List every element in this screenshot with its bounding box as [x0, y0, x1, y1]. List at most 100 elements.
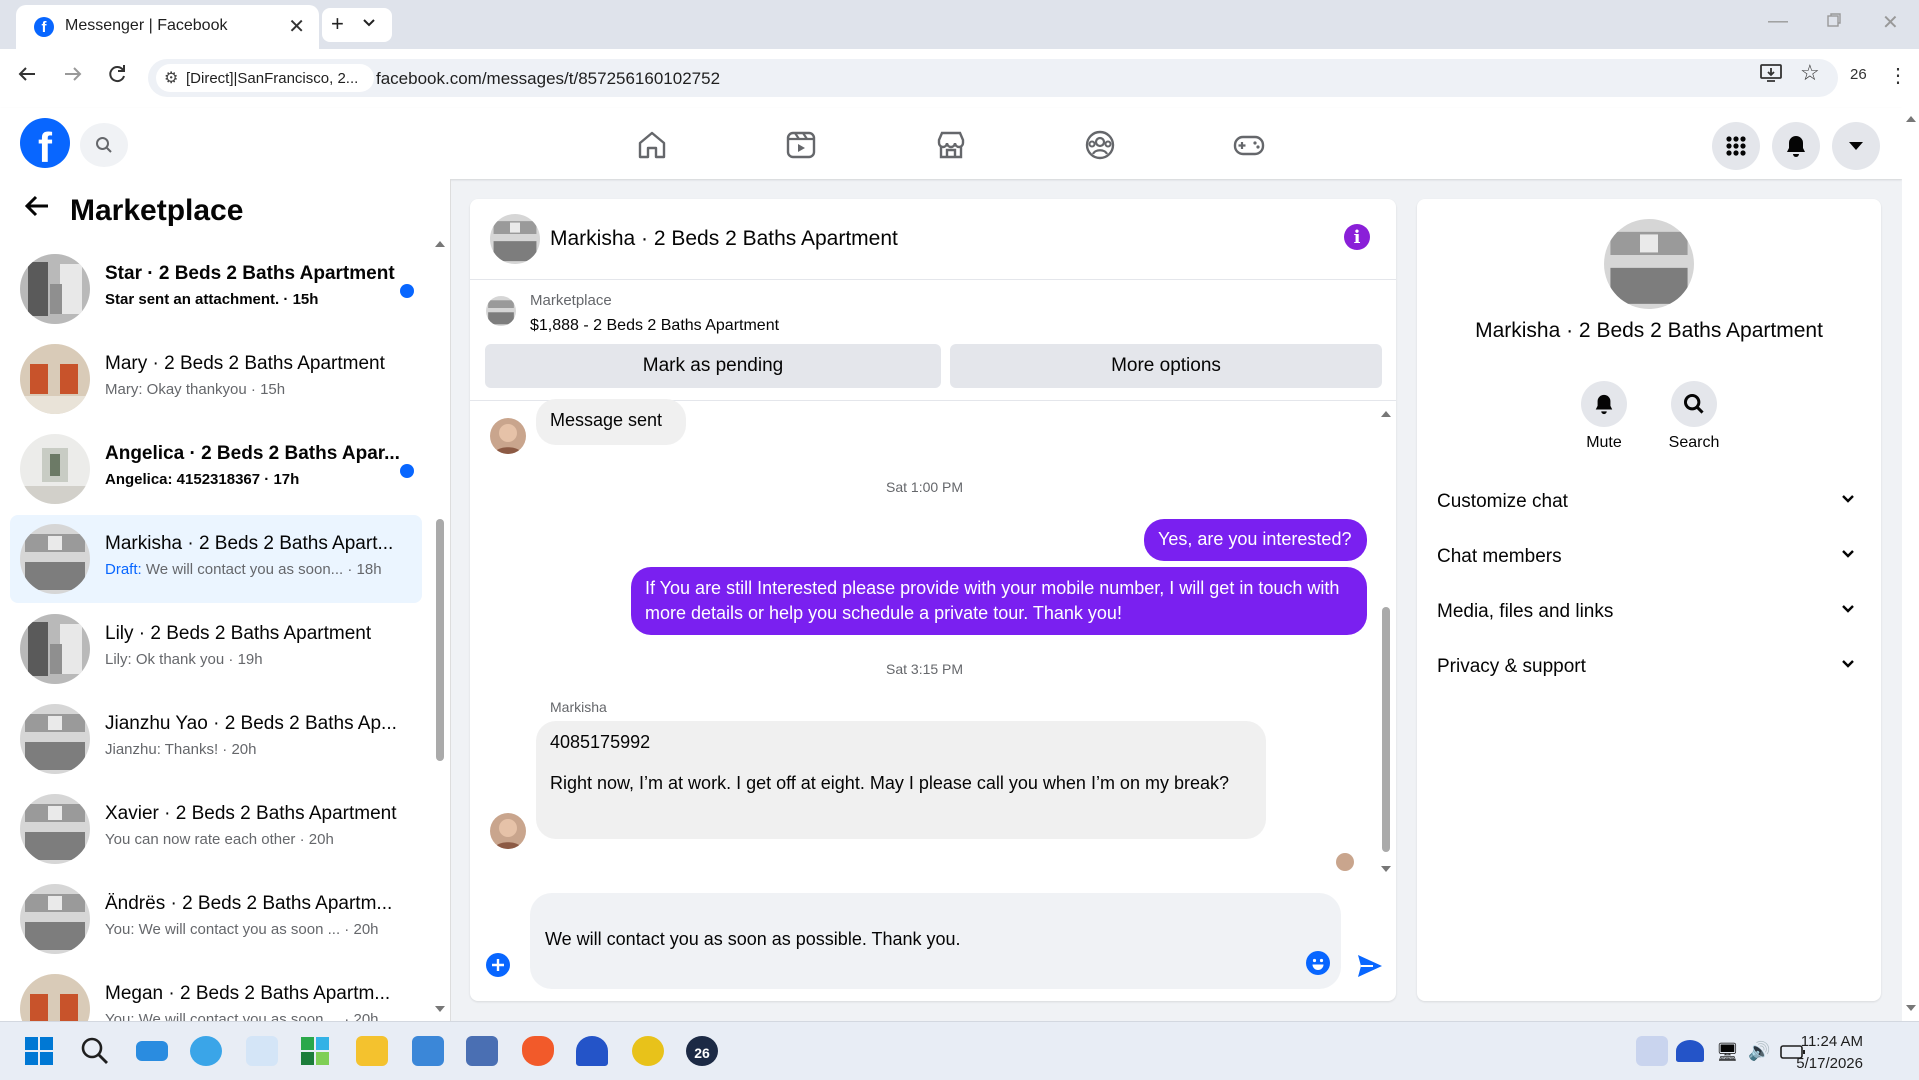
- conversation-sidebar: Marketplace Star · 2 Beds 2 Baths Apartm…: [0, 179, 451, 1021]
- windows-start-icon[interactable]: [24, 1036, 56, 1066]
- conversation-preview: Lily: Ok thank you · 19h: [105, 651, 263, 668]
- sender-avatar[interactable]: [490, 418, 526, 454]
- notifications-button[interactable]: [1772, 122, 1820, 170]
- message-composer[interactable]: We will contact you as soon as possible.…: [530, 893, 1341, 989]
- sidebar-scroll-thumb[interactable]: [436, 519, 444, 761]
- url-text[interactable]: facebook.com/messages/t/857256160102752: [376, 69, 720, 89]
- emoji-icon[interactable]: [1306, 951, 1330, 975]
- media-files-links-section[interactable]: Media, files and links: [1437, 601, 1867, 623]
- message-bubble-incoming[interactable]: 4085175992 Right now, I’m at work. I get…: [536, 721, 1266, 839]
- marketplace-nav-icon[interactable]: [934, 128, 968, 162]
- restore-icon[interactable]: [1826, 12, 1842, 28]
- control-panel-icon[interactable]: [412, 1036, 444, 1066]
- info-avatar[interactable]: [1604, 219, 1694, 309]
- app-icon[interactable]: [466, 1036, 498, 1066]
- chat-scroll-thumb[interactable]: [1382, 607, 1390, 852]
- info-icon[interactable]: i: [1344, 224, 1370, 250]
- snipping-tool-icon[interactable]: [246, 1036, 278, 1066]
- sidebar-scrollbar[interactable]: [434, 239, 446, 1019]
- pen-tool-icon[interactable]: [1636, 1036, 1668, 1066]
- page-scrollbar[interactable]: [1902, 108, 1919, 1021]
- tab-title: Messenger | Facebook: [65, 17, 228, 34]
- forward-icon[interactable]: [62, 63, 84, 85]
- conversation-item[interactable]: Angelica · 2 Beds 2 Baths Apar... Angeli…: [10, 425, 422, 513]
- mute-button[interactable]: [1581, 381, 1627, 427]
- tab-list-chevron-icon[interactable]: [362, 16, 376, 30]
- new-tab-plus-icon[interactable]: +: [331, 11, 344, 37]
- store-icon[interactable]: [300, 1036, 332, 1066]
- taskbar-search-icon[interactable]: [80, 1036, 112, 1066]
- conversation-item[interactable]: Lily · 2 Beds 2 Baths Apartment Lily: Ok…: [10, 605, 422, 693]
- menu-grid-button[interactable]: [1712, 122, 1760, 170]
- listing-thumbnail[interactable]: [486, 296, 516, 326]
- tab-close-icon[interactable]: ✕: [288, 14, 305, 39]
- profile-badge[interactable]: 26: [1850, 66, 1867, 83]
- conversation-item-active[interactable]: Markisha · 2 Beds 2 Baths Apart... Draft…: [10, 515, 422, 603]
- privacy-support-section[interactable]: Privacy & support: [1437, 656, 1867, 678]
- address-bar[interactable]: ⚙ [Direct]|SanFrancisco, 2... facebook.c…: [148, 59, 1838, 97]
- message-bubble-outgoing[interactable]: Yes, are you interested?: [1144, 519, 1367, 561]
- chevron-down-icon: [1841, 546, 1855, 560]
- ixbrowser-icon[interactable]: [632, 1036, 664, 1066]
- message-bubble-outgoing[interactable]: If You are still Interested please provi…: [631, 567, 1367, 635]
- conversation-item[interactable]: Jianzhu Yao · 2 Beds 2 Baths Ap... Jianz…: [10, 695, 422, 783]
- mark-as-pending-button[interactable]: Mark as pending: [485, 344, 941, 388]
- conversation-name: Jianzhu Yao · 2 Beds 2 Baths Ap...: [105, 713, 397, 734]
- tray-vpn-icon[interactable]: [1676, 1040, 1704, 1062]
- conversation-item[interactable]: Ändrës · 2 Beds 2 Baths Apartm... You: W…: [10, 875, 422, 963]
- edge-browser-icon[interactable]: [190, 1036, 222, 1066]
- search-icon: [96, 137, 112, 153]
- conversation-preview: Angelica: 4152318367 · 17h: [105, 471, 300, 488]
- chat-scrollbar[interactable]: [1380, 409, 1392, 879]
- message-bubble-incoming[interactable]: Message sent: [536, 399, 686, 445]
- account-menu-button[interactable]: [1832, 122, 1880, 170]
- reload-icon[interactable]: [106, 63, 128, 85]
- site-info-chip[interactable]: ⚙ [Direct]|SanFrancisco, 2...: [156, 64, 374, 92]
- add-attachment-icon[interactable]: [486, 953, 510, 977]
- home-nav-icon[interactable]: [635, 128, 669, 162]
- gaming-nav-icon[interactable]: [1232, 128, 1266, 162]
- chat-title[interactable]: Markisha · 2 Beds 2 Baths Apartment: [550, 227, 898, 251]
- conversation-name: Lily · 2 Beds 2 Baths Apartment: [105, 623, 372, 644]
- message-thread: Message sent Sat 1:00 PM Yes, are you in…: [470, 399, 1396, 881]
- conversation-item[interactable]: Star · 2 Beds 2 Baths Apartment Star sen…: [10, 245, 422, 333]
- caret-down-icon: [1849, 142, 1863, 150]
- clock-date[interactable]: 5/17/2026: [1796, 1055, 1863, 1072]
- timestamp: Sat 3:15 PM: [886, 661, 964, 677]
- chat-avatar[interactable]: [490, 214, 540, 264]
- volume-icon[interactable]: 🔊: [1748, 1041, 1770, 1062]
- brave-browser-icon[interactable]: [522, 1036, 554, 1066]
- install-app-icon[interactable]: [1760, 63, 1782, 83]
- task-view-icon[interactable]: [136, 1041, 168, 1061]
- browser-menu-icon[interactable]: ⋮: [1888, 63, 1908, 88]
- back-arrow-icon[interactable]: [24, 193, 50, 219]
- browser-tab[interactable]: f Messenger | Facebook ✕: [16, 5, 319, 49]
- facebook-logo-icon[interactable]: f: [20, 118, 70, 168]
- sender-avatar[interactable]: [490, 813, 526, 849]
- window-close-icon[interactable]: ✕: [1882, 10, 1899, 35]
- back-icon[interactable]: [16, 63, 38, 85]
- bookmark-star-icon[interactable]: ☆: [1800, 60, 1820, 86]
- search-in-chat-button[interactable]: [1671, 381, 1717, 427]
- info-name: Markisha · 2 Beds 2 Baths Apartment: [1475, 319, 1823, 342]
- chat-members-section[interactable]: Chat members: [1437, 546, 1867, 568]
- profile-app-badge[interactable]: 26: [686, 1036, 718, 1066]
- listing-price-title[interactable]: $1,888 - 2 Beds 2 Baths Apartment: [530, 317, 779, 335]
- conversation-item[interactable]: Mary · 2 Beds 2 Baths Apartment Mary: Ok…: [10, 335, 422, 423]
- video-nav-icon[interactable]: [784, 128, 818, 162]
- conversation-item[interactable]: Megan · 2 Beds 2 Baths Apartm... You: We…: [10, 965, 422, 1021]
- more-options-button[interactable]: More options: [950, 344, 1382, 388]
- unread-dot-icon: [400, 284, 414, 298]
- facebook-search-button[interactable]: [80, 123, 128, 167]
- network-icon[interactable]: 🖥: [1716, 1042, 1739, 1063]
- conversation-item[interactable]: Xavier · 2 Beds 2 Baths Apartment You ca…: [10, 785, 422, 873]
- vpn-app-icon[interactable]: [576, 1036, 608, 1066]
- bell-icon: [1595, 394, 1613, 415]
- clock-time[interactable]: 11:24 AM: [1801, 1033, 1863, 1050]
- send-icon[interactable]: [1356, 953, 1384, 979]
- file-explorer-icon[interactable]: [356, 1036, 388, 1066]
- composer-text[interactable]: We will contact you as soon as possible.…: [545, 929, 961, 950]
- minimize-icon[interactable]: —: [1768, 10, 1788, 33]
- customize-chat-section[interactable]: Customize chat: [1437, 491, 1867, 513]
- groups-nav-icon[interactable]: [1083, 128, 1117, 162]
